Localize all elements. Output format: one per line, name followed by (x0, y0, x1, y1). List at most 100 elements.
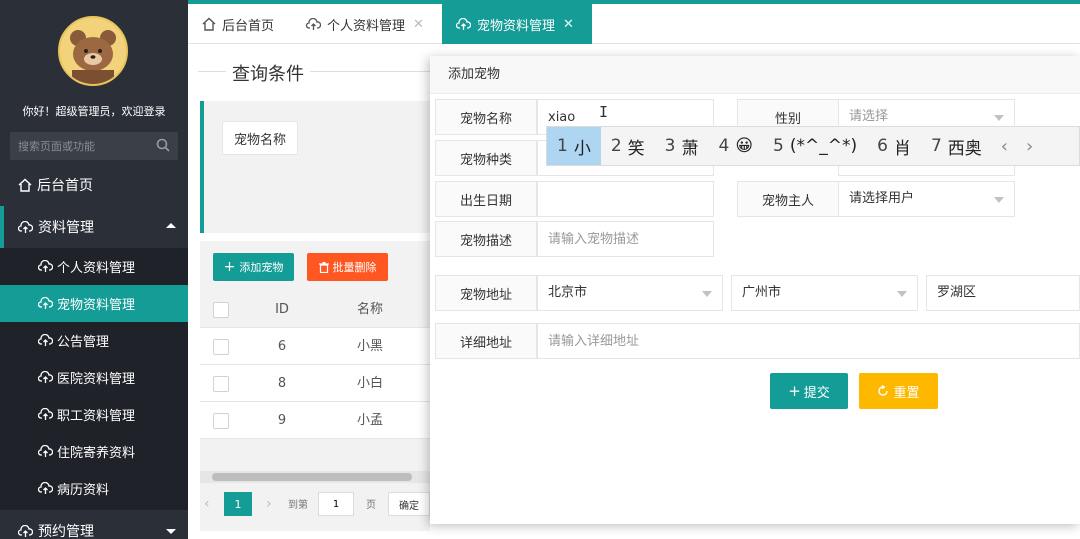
ime-candidate[interactable]: 6肖 (867, 127, 921, 165)
cell-id: 6 (277, 339, 287, 354)
cloud-icon (456, 17, 471, 31)
table-row[interactable]: 6 小黑 (200, 328, 430, 365)
close-icon[interactable]: ✕ (563, 17, 574, 32)
chevron-down-icon (702, 291, 712, 297)
tab-pet[interactable]: 宠物资料管理 ✕ (442, 4, 592, 44)
cell-id: 9 (277, 413, 287, 428)
sidebar-item-hospital[interactable]: 医院资料管理 (0, 359, 188, 396)
row-checkbox[interactable] (213, 376, 229, 392)
select-all-checkbox[interactable] (213, 302, 229, 318)
modal-title: 添加宠物 (430, 56, 1080, 94)
table-row[interactable]: 8 小白 (200, 365, 430, 402)
add-pet-label: 添加宠物 (239, 261, 284, 274)
district-select[interactable]: 罗湖区 (926, 275, 1080, 311)
candidate-number: 2 (610, 136, 622, 156)
sidebar-search (10, 132, 178, 160)
goto-label: 到第 (288, 500, 308, 511)
cloud-icon (18, 524, 33, 538)
tab-home[interactable]: 后台首页 (202, 4, 274, 44)
query-panel: 宠物名称 (200, 101, 430, 233)
page-confirm-button[interactable]: 确定 (388, 492, 430, 516)
ime-candidate[interactable]: 5 (*^_^*) (763, 127, 867, 165)
description-input[interactable] (537, 221, 714, 257)
sidebar-item-label: 个人资料管理 (57, 261, 136, 276)
submit-button[interactable]: + 提交 (770, 373, 848, 409)
owner-select[interactable]: 请选择用户 (838, 181, 1015, 217)
sidebar-search-input[interactable] (10, 132, 150, 160)
sidebar-item-data-mgmt[interactable]: 资料管理 (0, 208, 188, 246)
province-value: 北京市 (548, 285, 588, 300)
row-checkbox[interactable] (213, 413, 229, 429)
sidebar-item-notice[interactable]: 公告管理 (0, 322, 188, 359)
table-row[interactable]: 9 小孟 (200, 402, 430, 439)
owner-select-value: 请选择用户 (849, 191, 915, 206)
reset-label: 重置 (893, 385, 920, 401)
sidebar-item-boarding[interactable]: 住院寄养资料 (0, 433, 188, 470)
sidebar-item-home[interactable]: 后台首页 (0, 166, 188, 204)
plus-icon: + (223, 259, 236, 275)
ime-candidate[interactable]: 4 😀 (708, 127, 763, 165)
text-cursor-icon: I (599, 103, 609, 121)
candidate-text: 肖 (893, 138, 911, 159)
ime-candidate[interactable]: 1小 (547, 127, 601, 165)
candidate-text: 😀 (735, 136, 754, 156)
search-icon[interactable] (156, 138, 170, 156)
refresh-icon (877, 385, 889, 397)
sidebar-item-label: 资料管理 (38, 220, 94, 236)
ime-candidate[interactable]: 7 西奥 (921, 127, 992, 165)
add-pet-button[interactable]: + 添加宠物 (213, 253, 294, 281)
sidebar-item-appointment[interactable]: 预约管理 (0, 512, 188, 539)
trash-icon (318, 261, 329, 273)
sidebar-item-records[interactable]: 病历资料 (0, 470, 188, 507)
sidebar-item-label: 后台首页 (37, 178, 93, 194)
province-select[interactable]: 北京市 (537, 275, 723, 311)
tab-personal[interactable]: 个人资料管理 ✕ (306, 4, 424, 44)
birth-date-input[interactable] (537, 181, 714, 217)
sidebar-item-pet[interactable]: 宠物资料管理 (0, 285, 188, 322)
page-input[interactable] (318, 492, 354, 516)
user-avatar[interactable] (58, 16, 128, 86)
cloud-icon (38, 297, 53, 310)
batch-delete-button[interactable]: 批量删除 (307, 253, 388, 281)
candidate-text: 小 (573, 138, 591, 159)
batch-delete-label: 批量删除 (332, 261, 377, 274)
sidebar-item-label: 职工资料管理 (57, 409, 136, 424)
sidebar-item-label: 住院寄养资料 (57, 446, 136, 461)
label-address: 宠物地址 (435, 275, 537, 311)
ime-candidate[interactable]: 2笑 (601, 127, 655, 165)
scrollbar-thumb[interactable] (212, 473, 412, 481)
sidebar-item-label: 预约管理 (38, 524, 94, 539)
chevron-left-icon[interactable]: ‹ (992, 136, 1017, 157)
chevron-down-icon (897, 291, 907, 297)
tab-label: 个人资料管理 (327, 18, 406, 34)
detail-address-input[interactable] (537, 323, 1080, 359)
cell-name: 小白 (356, 376, 383, 391)
ime-candidate-bar: 1小 2笑 3萧 4 😀 5 (*^_^*) 6肖 7 西奥 ‹ › (546, 126, 1080, 166)
cloud-icon (38, 482, 53, 495)
city-select[interactable]: 广州市 (731, 275, 918, 311)
chevron-right-icon[interactable]: › (1017, 136, 1042, 157)
cloud-icon (306, 17, 321, 31)
candidate-text: 萧 (681, 138, 699, 159)
cloud-icon (38, 260, 53, 273)
horizontal-scrollbar[interactable] (200, 471, 430, 483)
candidate-text: 笑 (627, 138, 645, 159)
caret-up-icon (166, 223, 176, 228)
plus-icon: + (788, 382, 801, 400)
ime-candidate[interactable]: 3萧 (655, 127, 709, 165)
table-header: ID 名称 (200, 291, 430, 328)
close-icon[interactable]: ✕ (413, 17, 424, 32)
cloud-icon (38, 445, 53, 458)
sidebar-item-staff[interactable]: 职工资料管理 (0, 396, 188, 433)
label-description: 宠物描述 (435, 221, 537, 257)
reset-button[interactable]: 重置 (859, 373, 938, 409)
sidebar-item-personal[interactable]: 个人资料管理 (0, 248, 188, 285)
row-checkbox[interactable] (213, 339, 229, 355)
sidebar-item-label: 医院资料管理 (57, 372, 136, 387)
query-label-pet-name: 宠物名称 (222, 121, 298, 155)
next-page-icon[interactable]: › (266, 496, 272, 512)
page-current[interactable]: 1 (224, 492, 252, 516)
prev-page-icon[interactable]: ‹ (204, 496, 210, 512)
candidate-number: 7 (930, 136, 942, 156)
cloud-icon (38, 334, 53, 347)
